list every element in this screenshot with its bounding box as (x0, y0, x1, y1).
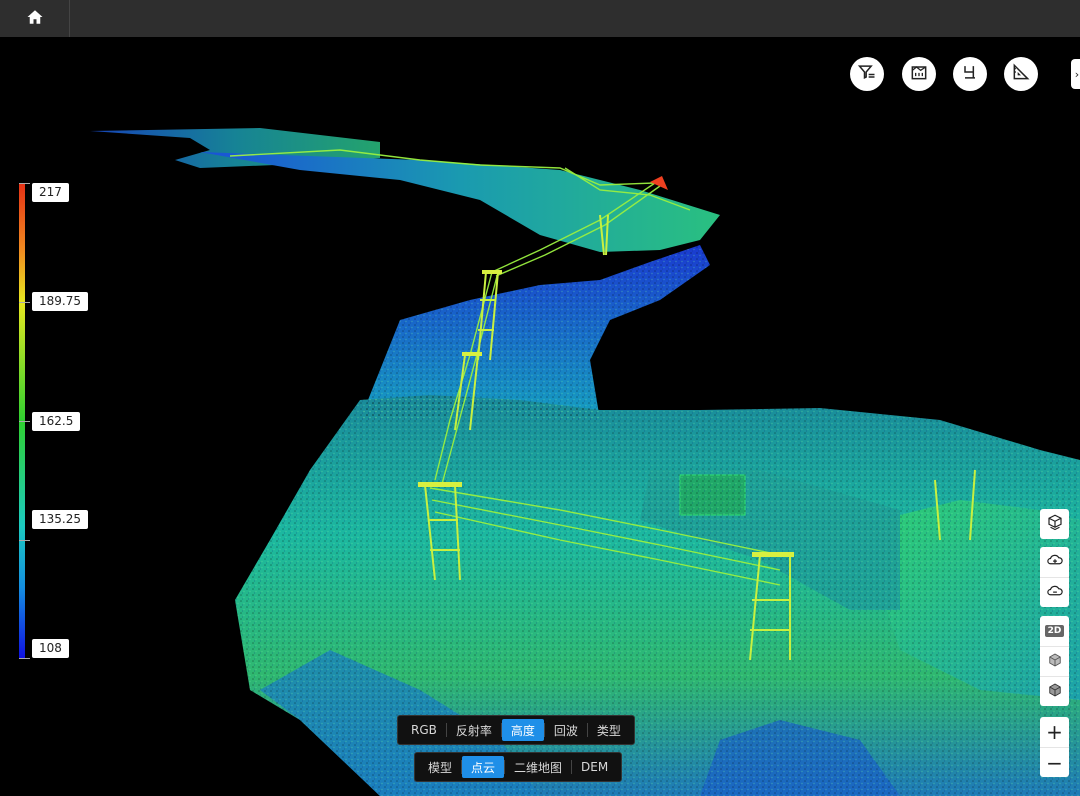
legend-tick (19, 302, 30, 303)
view-solid-button[interactable] (1040, 676, 1069, 706)
view-mode-point-cloud[interactable]: 点云 (462, 756, 505, 778)
cube-layers-icon (1046, 513, 1064, 535)
home-icon (26, 8, 44, 30)
legend-label-max: 217 (32, 183, 69, 202)
render-mode-rgb[interactable]: RGB (402, 719, 446, 741)
section-button[interactable] (953, 57, 987, 91)
view-mode-dem[interactable]: DEM (572, 756, 617, 778)
view-mode-model[interactable]: 模型 (419, 756, 461, 778)
home-button[interactable] (0, 0, 70, 37)
cloud-control-group (1040, 547, 1069, 607)
view-2d-button[interactable]: 2D (1040, 616, 1069, 646)
render-mode-type[interactable]: 类型 (588, 719, 630, 741)
zoom-in-button[interactable]: + (1040, 717, 1069, 747)
building-button[interactable] (902, 57, 936, 91)
app-root: › 217 189.75 162.5 135.25 108 2D + − RGB… (0, 0, 1080, 796)
view-mode-2d-map[interactable]: 二维地图 (505, 756, 571, 778)
cube-solid-icon (1046, 681, 1064, 703)
section-icon (960, 62, 980, 86)
zoom-out-button[interactable]: − (1040, 747, 1069, 777)
render-mode-height[interactable]: 高度 (501, 719, 544, 741)
cloud-add-button[interactable] (1040, 547, 1069, 577)
legend-tick (19, 540, 30, 541)
cloud-remove-icon (1046, 582, 1064, 604)
cube-layers-button[interactable] (1040, 509, 1069, 539)
cloud-remove-button[interactable] (1040, 577, 1069, 607)
view-3d-button[interactable] (1040, 646, 1069, 676)
minus-icon: − (1046, 750, 1063, 775)
point-cloud-viewport[interactable] (0, 37, 1080, 796)
chevron-right-icon: › (1074, 67, 1080, 81)
view-2d-badge: 2D (1044, 625, 1065, 637)
dimension-control-group: 2D (1040, 616, 1069, 706)
render-mode-echo[interactable]: 回波 (545, 719, 587, 741)
render-mode-toggle: RGB 反射率 高度 回波 类型 (397, 715, 635, 745)
view-mode-toggle: 模型 点云 二维地图 DEM (414, 752, 623, 782)
cube-icon (1046, 651, 1064, 673)
building-icon (909, 62, 929, 86)
legend-label-min: 108 (32, 639, 69, 658)
render-mode-reflectance[interactable]: 反射率 (447, 719, 501, 741)
legend-label: 189.75 (32, 292, 88, 311)
legend-label: 135.25 (32, 510, 88, 529)
cloud-add-icon (1046, 551, 1064, 573)
layer-control-group (1040, 509, 1069, 539)
legend-tick (19, 183, 30, 184)
measure-icon (1011, 62, 1031, 86)
legend-tick (19, 658, 30, 659)
panel-toggle-tab[interactable]: › (1071, 59, 1080, 89)
measure-button[interactable] (1004, 57, 1038, 91)
filter-icon (857, 62, 877, 86)
zoom-control-group: + − (1040, 717, 1069, 777)
legend-tick (19, 421, 30, 422)
top-bar (0, 0, 1080, 37)
legend-label: 162.5 (32, 412, 81, 431)
plus-icon: + (1046, 720, 1063, 744)
filter-button[interactable] (850, 57, 884, 91)
